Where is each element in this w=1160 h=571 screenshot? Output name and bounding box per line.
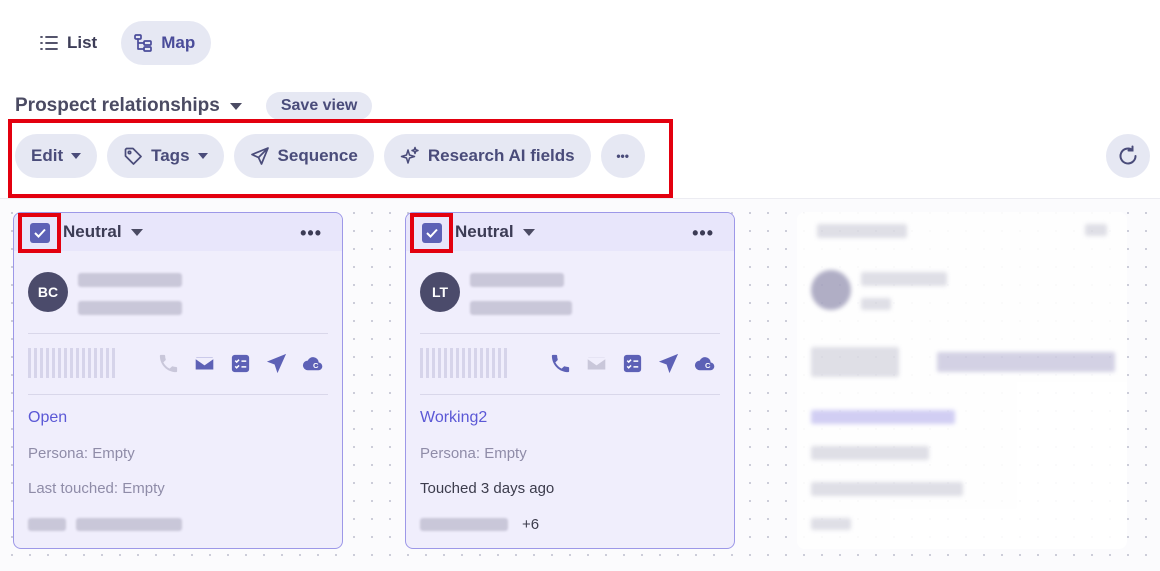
sentiment-label: Neutral — [455, 222, 514, 241]
last-touched-text: Touched 3 days ago — [420, 480, 555, 497]
divider — [420, 394, 720, 395]
view-header: Prospect relationships Save view — [15, 92, 373, 120]
faded-persona — [811, 446, 929, 460]
map-view-label: Map — [161, 33, 196, 52]
chevron-down-icon[interactable] — [229, 102, 242, 110]
sentiment-dropdown[interactable]: Neutral — [455, 222, 535, 242]
stage-link[interactable]: Working2 — [420, 409, 487, 427]
toolbar-highlight — [8, 119, 673, 198]
checkbox-highlight — [410, 213, 453, 253]
mail-icon[interactable] — [585, 352, 608, 375]
svg-text:C: C — [313, 361, 319, 370]
faded-prospect-card[interactable] — [797, 212, 1127, 549]
faded-header — [817, 224, 907, 238]
select-checkbox[interactable] — [29, 223, 50, 243]
list-icon — [40, 36, 58, 50]
activity-bar — [420, 348, 508, 378]
account-info — [420, 518, 508, 531]
divider — [28, 394, 328, 395]
faded-touched — [811, 482, 963, 496]
contact-name — [470, 273, 564, 287]
card-actions: C — [157, 352, 324, 375]
faded-avatar — [811, 270, 851, 310]
card-more-icon[interactable]: ••• — [692, 223, 714, 244]
faded-activity — [811, 347, 899, 377]
cloud-icon[interactable]: C — [301, 352, 324, 375]
prospect-card[interactable]: Neutral ••• BC C Open Persona: Empty Las… — [13, 212, 343, 549]
refresh-button[interactable] — [1106, 134, 1150, 178]
sentiment-dropdown[interactable]: Neutral — [63, 222, 143, 242]
view-title[interactable]: Prospect relationships — [15, 95, 220, 117]
avatar[interactable]: LT — [420, 272, 460, 312]
faded-menu — [1085, 224, 1107, 236]
map-icon — [134, 34, 153, 52]
faded-account — [811, 518, 851, 530]
phone-icon[interactable] — [157, 352, 180, 375]
contact-title — [78, 301, 182, 315]
list-view-button[interactable]: List — [27, 21, 113, 65]
divider — [28, 333, 328, 334]
extra-count[interactable]: +6 — [522, 516, 539, 533]
account-info — [28, 518, 66, 531]
send-icon[interactable] — [657, 352, 680, 375]
contact-name — [78, 273, 182, 287]
svg-text:C: C — [705, 361, 711, 370]
faded-title — [861, 298, 891, 310]
view-toggle: List Map — [27, 21, 212, 65]
contact-title — [470, 301, 572, 315]
phone-icon[interactable] — [549, 352, 572, 375]
chevron-down-icon — [130, 228, 143, 236]
save-view-button[interactable]: Save view — [265, 92, 373, 120]
account-info — [76, 518, 182, 531]
persona-text: Persona: Empty — [420, 445, 527, 462]
send-icon[interactable] — [265, 352, 288, 375]
mail-icon[interactable] — [193, 352, 216, 375]
list-view-label: List — [67, 33, 98, 52]
checkbox-highlight — [18, 213, 61, 253]
last-touched-text: Last touched: Empty — [28, 480, 165, 497]
select-checkbox[interactable] — [421, 223, 442, 243]
map-view-button[interactable]: Map — [121, 21, 212, 65]
persona-text: Persona: Empty — [28, 445, 135, 462]
avatar[interactable]: BC — [28, 272, 68, 312]
stage-link[interactable]: Open — [28, 409, 67, 427]
prospect-card[interactable]: Neutral ••• LT C Working2 Persona: Empty… — [405, 212, 735, 549]
divider — [420, 333, 720, 334]
check-icon — [33, 228, 46, 238]
task-icon[interactable] — [229, 352, 252, 375]
card-actions: C — [549, 352, 716, 375]
sentiment-label: Neutral — [63, 222, 122, 241]
card-header: Neutral ••• — [14, 213, 342, 253]
task-icon[interactable] — [621, 352, 644, 375]
faded-actions — [937, 352, 1115, 372]
faded-stage — [811, 410, 955, 424]
cloud-icon[interactable]: C — [693, 352, 716, 375]
card-more-icon[interactable]: ••• — [300, 223, 322, 244]
chevron-down-icon — [522, 228, 535, 236]
refresh-icon — [1119, 145, 1137, 165]
activity-bar — [28, 348, 116, 378]
card-header: Neutral ••• — [406, 213, 734, 253]
check-icon — [425, 228, 438, 238]
faded-name — [861, 272, 947, 286]
